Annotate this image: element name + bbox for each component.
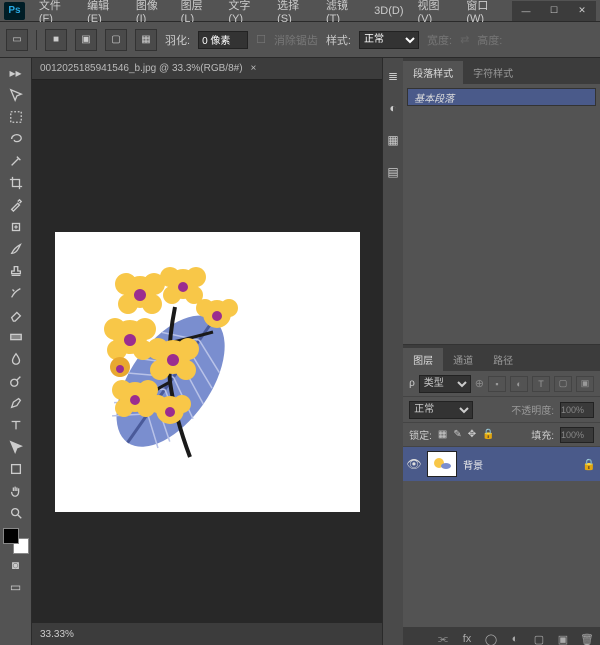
layer-mask-icon[interactable]: ◯	[482, 630, 500, 645]
adjustment-layer-icon[interactable]: ◐	[506, 630, 524, 645]
window-minimize-button[interactable]: —	[512, 1, 540, 21]
eraser-tool[interactable]	[4, 304, 28, 326]
properties-panel-icon[interactable]: ▤	[383, 162, 403, 182]
channels-tab[interactable]: 通道	[443, 348, 483, 371]
new-selection-icon[interactable]: ■	[45, 29, 67, 51]
feather-label: 羽化:	[165, 32, 190, 48]
foreground-color[interactable]	[3, 528, 19, 544]
layer-fx-icon[interactable]: fx	[458, 630, 476, 645]
options-bar: ▭ ■ ▣ ▢ ▦ 羽化: ☐ 消除锯齿 样式: 正常 宽度: ⇄ 高度:	[0, 22, 600, 58]
intersect-selection-icon[interactable]: ▦	[135, 29, 157, 51]
style-select[interactable]: 正常	[359, 31, 419, 49]
hand-tool[interactable]	[4, 480, 28, 502]
opacity-input[interactable]	[560, 402, 594, 418]
add-selection-icon[interactable]: ▣	[75, 29, 97, 51]
height-label: 高度:	[477, 32, 502, 48]
filter-pixel-icon[interactable]: ▪	[488, 376, 506, 392]
close-tab-icon[interactable]: ×	[251, 63, 257, 74]
pen-tool[interactable]	[4, 392, 28, 414]
link-layers-icon[interactable]: ⫘	[434, 630, 452, 645]
width-label: 宽度:	[427, 32, 452, 48]
color-panel-icon[interactable]: ◐	[383, 98, 403, 118]
workspace: 0012025185941546_b.jpg @ 33.3%(RGB/8#) ×	[32, 58, 382, 645]
opacity-label: 不透明度:	[511, 402, 554, 417]
paths-tab[interactable]: 路径	[483, 348, 523, 371]
marquee-tool[interactable]	[4, 106, 28, 128]
lasso-tool[interactable]	[4, 128, 28, 150]
panel-dock: ≣ ◐ ▦ ▤ 段落样式 字符样式 基本段落 图层	[382, 58, 600, 645]
window-close-button[interactable]: ✕	[568, 1, 596, 21]
app-logo: Ps	[4, 2, 25, 20]
zoom-level[interactable]: 33.33%	[40, 629, 74, 640]
fill-label: 填充:	[531, 427, 554, 442]
filter-adjust-icon[interactable]: ◐	[510, 376, 528, 392]
toolbar: ▸▸ ◙ ▭	[0, 58, 32, 645]
document-tab-title: 0012025185941546_b.jpg @ 33.3%(RGB/8#)	[40, 63, 243, 74]
expand-tools-icon[interactable]: ▸▸	[4, 62, 28, 84]
menu-3d[interactable]: 3D(D)	[368, 3, 409, 19]
path-tool[interactable]	[4, 436, 28, 458]
feather-input[interactable]	[198, 31, 248, 49]
shape-tool[interactable]	[4, 458, 28, 480]
collapsed-panels: ≣ ◐ ▦ ▤	[383, 58, 403, 645]
layer-thumbnail[interactable]	[427, 451, 457, 477]
eyedropper-tool[interactable]	[4, 194, 28, 216]
lock-all-icon[interactable]: 🔒	[482, 429, 494, 440]
swatches-panel-icon[interactable]: ▦	[383, 130, 403, 150]
filter-type-icon[interactable]: T	[532, 376, 550, 392]
visibility-icon[interactable]: 👁	[407, 457, 421, 471]
layers-panel: 图层 通道 路径 ρ 类型 ⊕ ▪ ◐ T ▢ ▣	[403, 345, 600, 645]
window-maximize-button[interactable]: ☐	[540, 1, 568, 21]
document-tab[interactable]: 0012025185941546_b.jpg @ 33.3%(RGB/8#) ×	[32, 58, 382, 80]
canvas[interactable]	[55, 232, 360, 512]
subtract-selection-icon[interactable]: ▢	[105, 29, 127, 51]
color-swatch[interactable]	[3, 528, 29, 554]
layers-tab[interactable]: 图层	[403, 348, 443, 371]
lock-paint-icon[interactable]: ✎	[453, 429, 461, 440]
menubar: Ps 文件(F) 编辑(E) 图像(I) 图层(L) 文字(Y) 选择(S) 滤…	[0, 0, 600, 22]
brush-tool[interactable]	[4, 238, 28, 260]
layer-kind-select[interactable]: 类型	[419, 375, 471, 393]
canvas-area[interactable]	[32, 80, 382, 623]
stamp-tool[interactable]	[4, 260, 28, 282]
history-panel-icon[interactable]: ≣	[383, 66, 403, 86]
tool-preset-icon[interactable]: ▭	[6, 29, 28, 51]
style-label: 样式:	[326, 32, 351, 48]
lock-label: 锁定:	[409, 427, 432, 442]
heal-tool[interactable]	[4, 216, 28, 238]
screenmode-icon[interactable]: ▭	[4, 576, 28, 598]
blur-tool[interactable]	[4, 348, 28, 370]
layer-row[interactable]: 👁 背景 🔒	[403, 447, 600, 481]
wand-tool[interactable]	[4, 150, 28, 172]
group-icon[interactable]: ▢	[530, 630, 548, 645]
dodge-tool[interactable]	[4, 370, 28, 392]
type-tool[interactable]	[4, 414, 28, 436]
canvas-artwork	[75, 242, 315, 482]
delete-layer-icon[interactable]: 🗑	[578, 630, 596, 645]
paragraph-style-item[interactable]: 基本段落	[407, 88, 596, 106]
new-layer-icon[interactable]: ▣	[554, 630, 572, 645]
lock-pos-icon[interactable]: ✥	[468, 429, 476, 440]
layer-name-label: 背景	[463, 457, 483, 472]
fill-input[interactable]	[560, 427, 594, 443]
status-bar: 33.33%	[32, 623, 382, 645]
lock-trans-icon[interactable]: ▦	[438, 429, 447, 440]
blend-mode-select[interactable]: 正常	[409, 401, 473, 419]
move-tool[interactable]	[4, 84, 28, 106]
crop-tool[interactable]	[4, 172, 28, 194]
filter-smart-icon[interactable]: ▣	[576, 376, 594, 392]
character-styles-tab[interactable]: 字符样式	[463, 61, 523, 84]
filter-shape-icon[interactable]: ▢	[554, 376, 572, 392]
paragraph-styles-tab[interactable]: 段落样式	[403, 61, 463, 84]
lock-icon: 🔒	[582, 458, 596, 471]
gradient-tool[interactable]	[4, 326, 28, 348]
antialias-label: 消除锯齿	[274, 32, 318, 48]
quickmask-icon[interactable]: ◙	[4, 554, 28, 576]
history-brush-tool[interactable]	[4, 282, 28, 304]
paragraph-styles-panel: 段落样式 字符样式 基本段落	[403, 58, 600, 345]
zoom-tool[interactable]	[4, 502, 28, 524]
